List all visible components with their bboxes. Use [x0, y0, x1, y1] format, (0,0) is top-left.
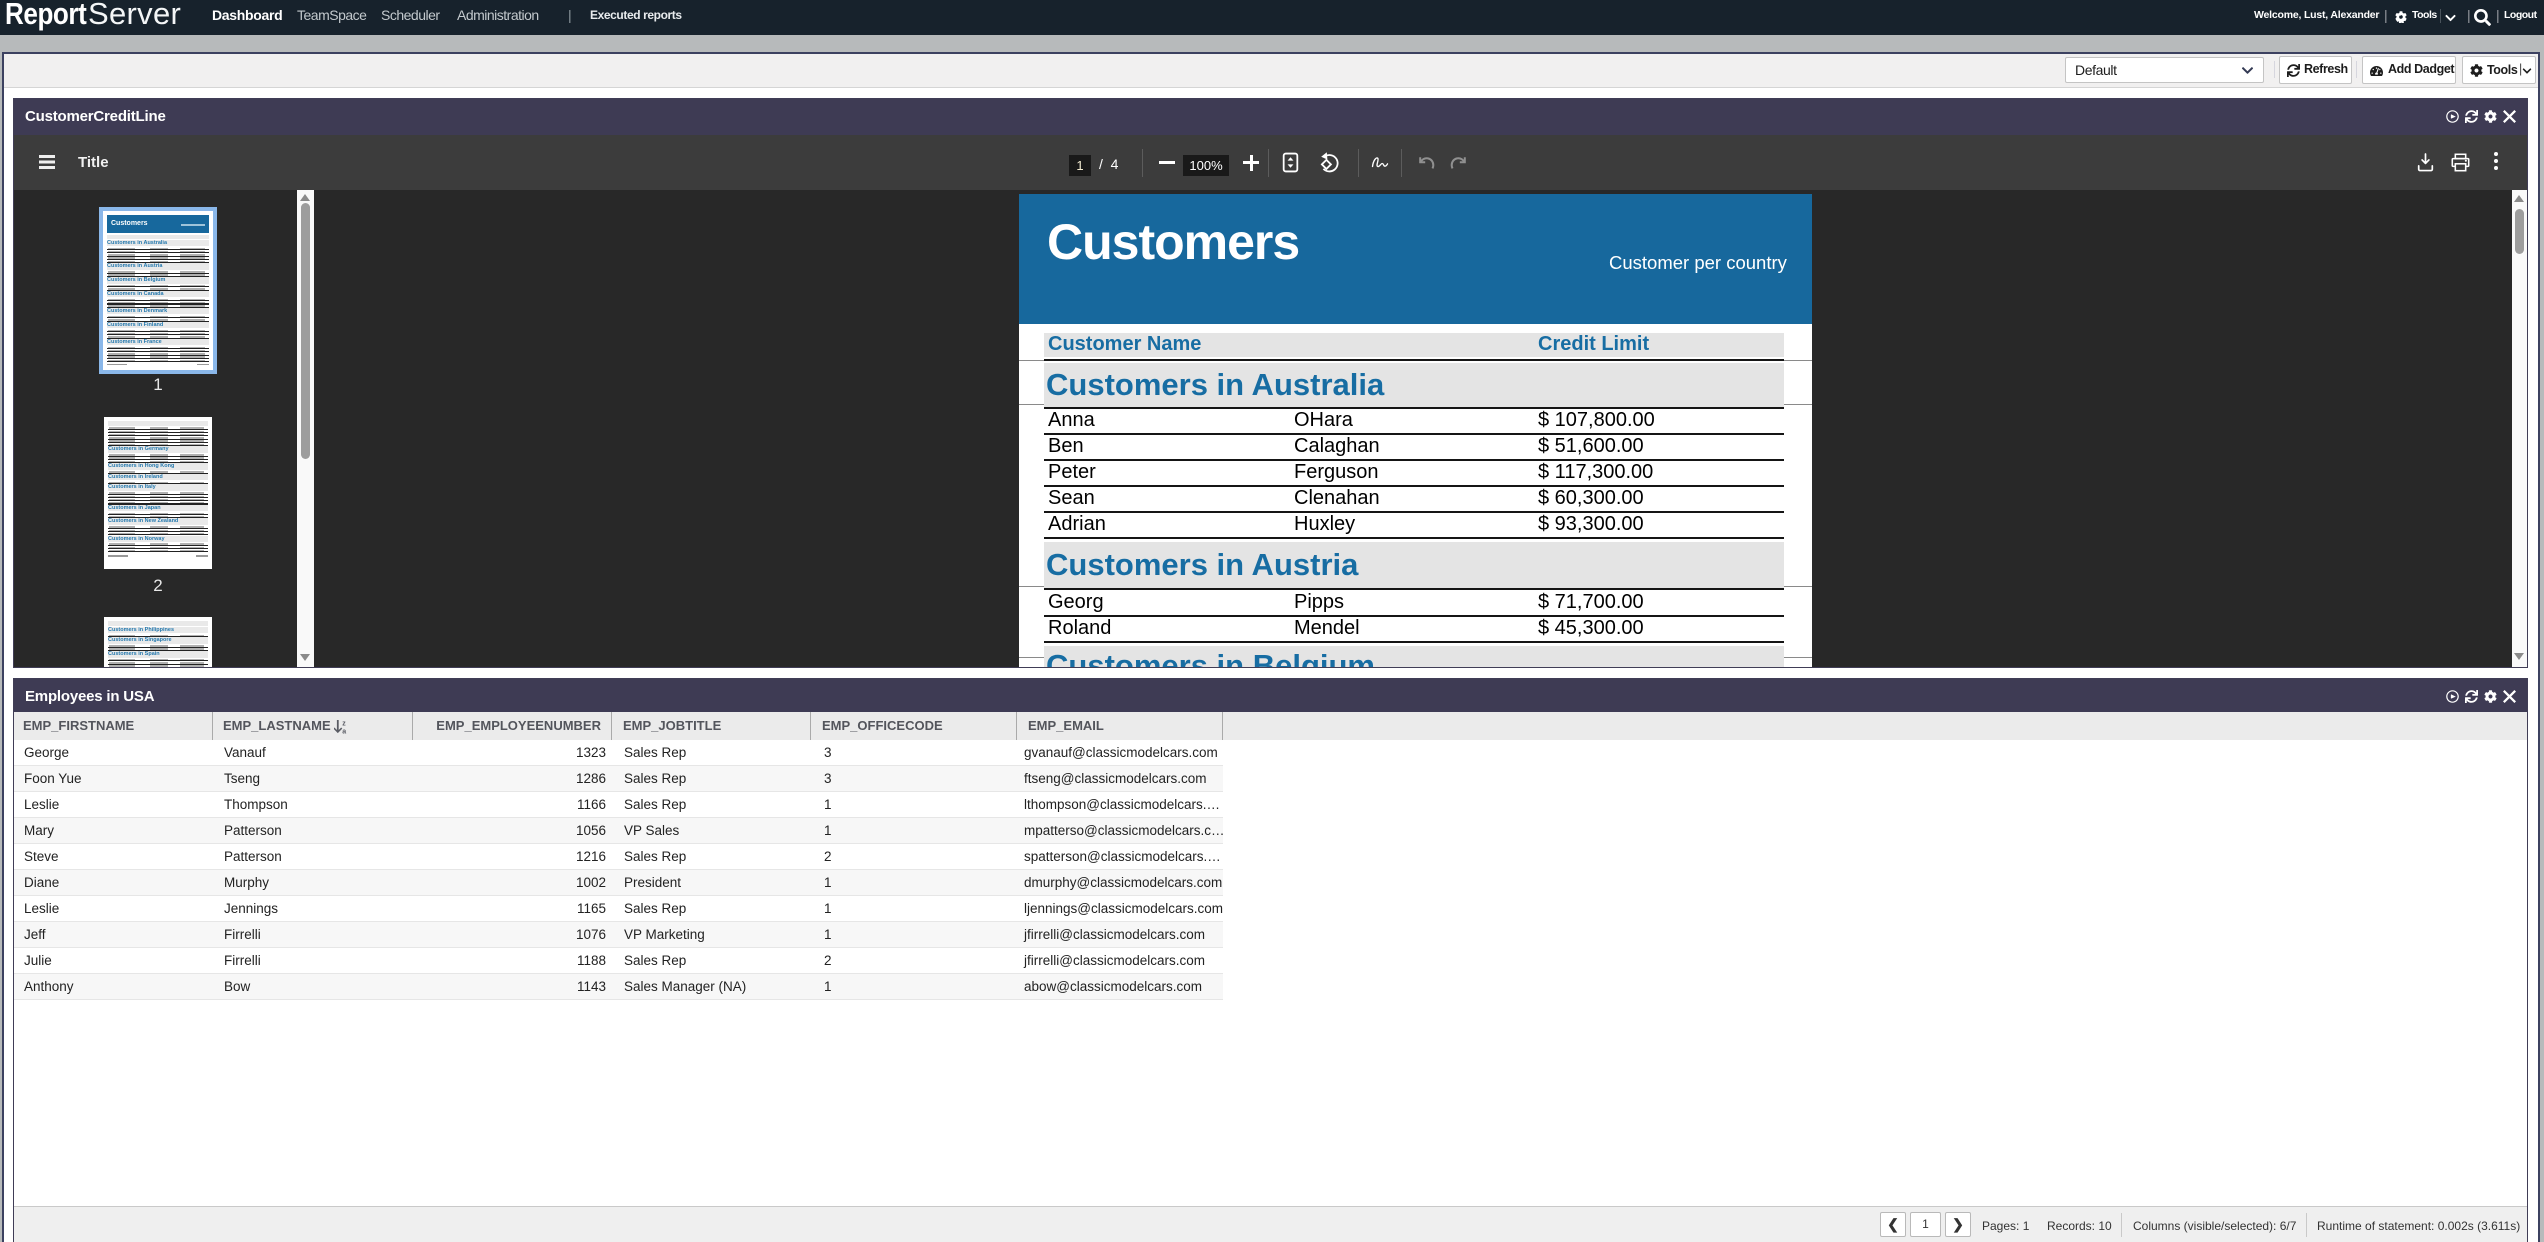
svg-text:z: z — [342, 721, 346, 728]
svg-text:a: a — [342, 729, 346, 735]
